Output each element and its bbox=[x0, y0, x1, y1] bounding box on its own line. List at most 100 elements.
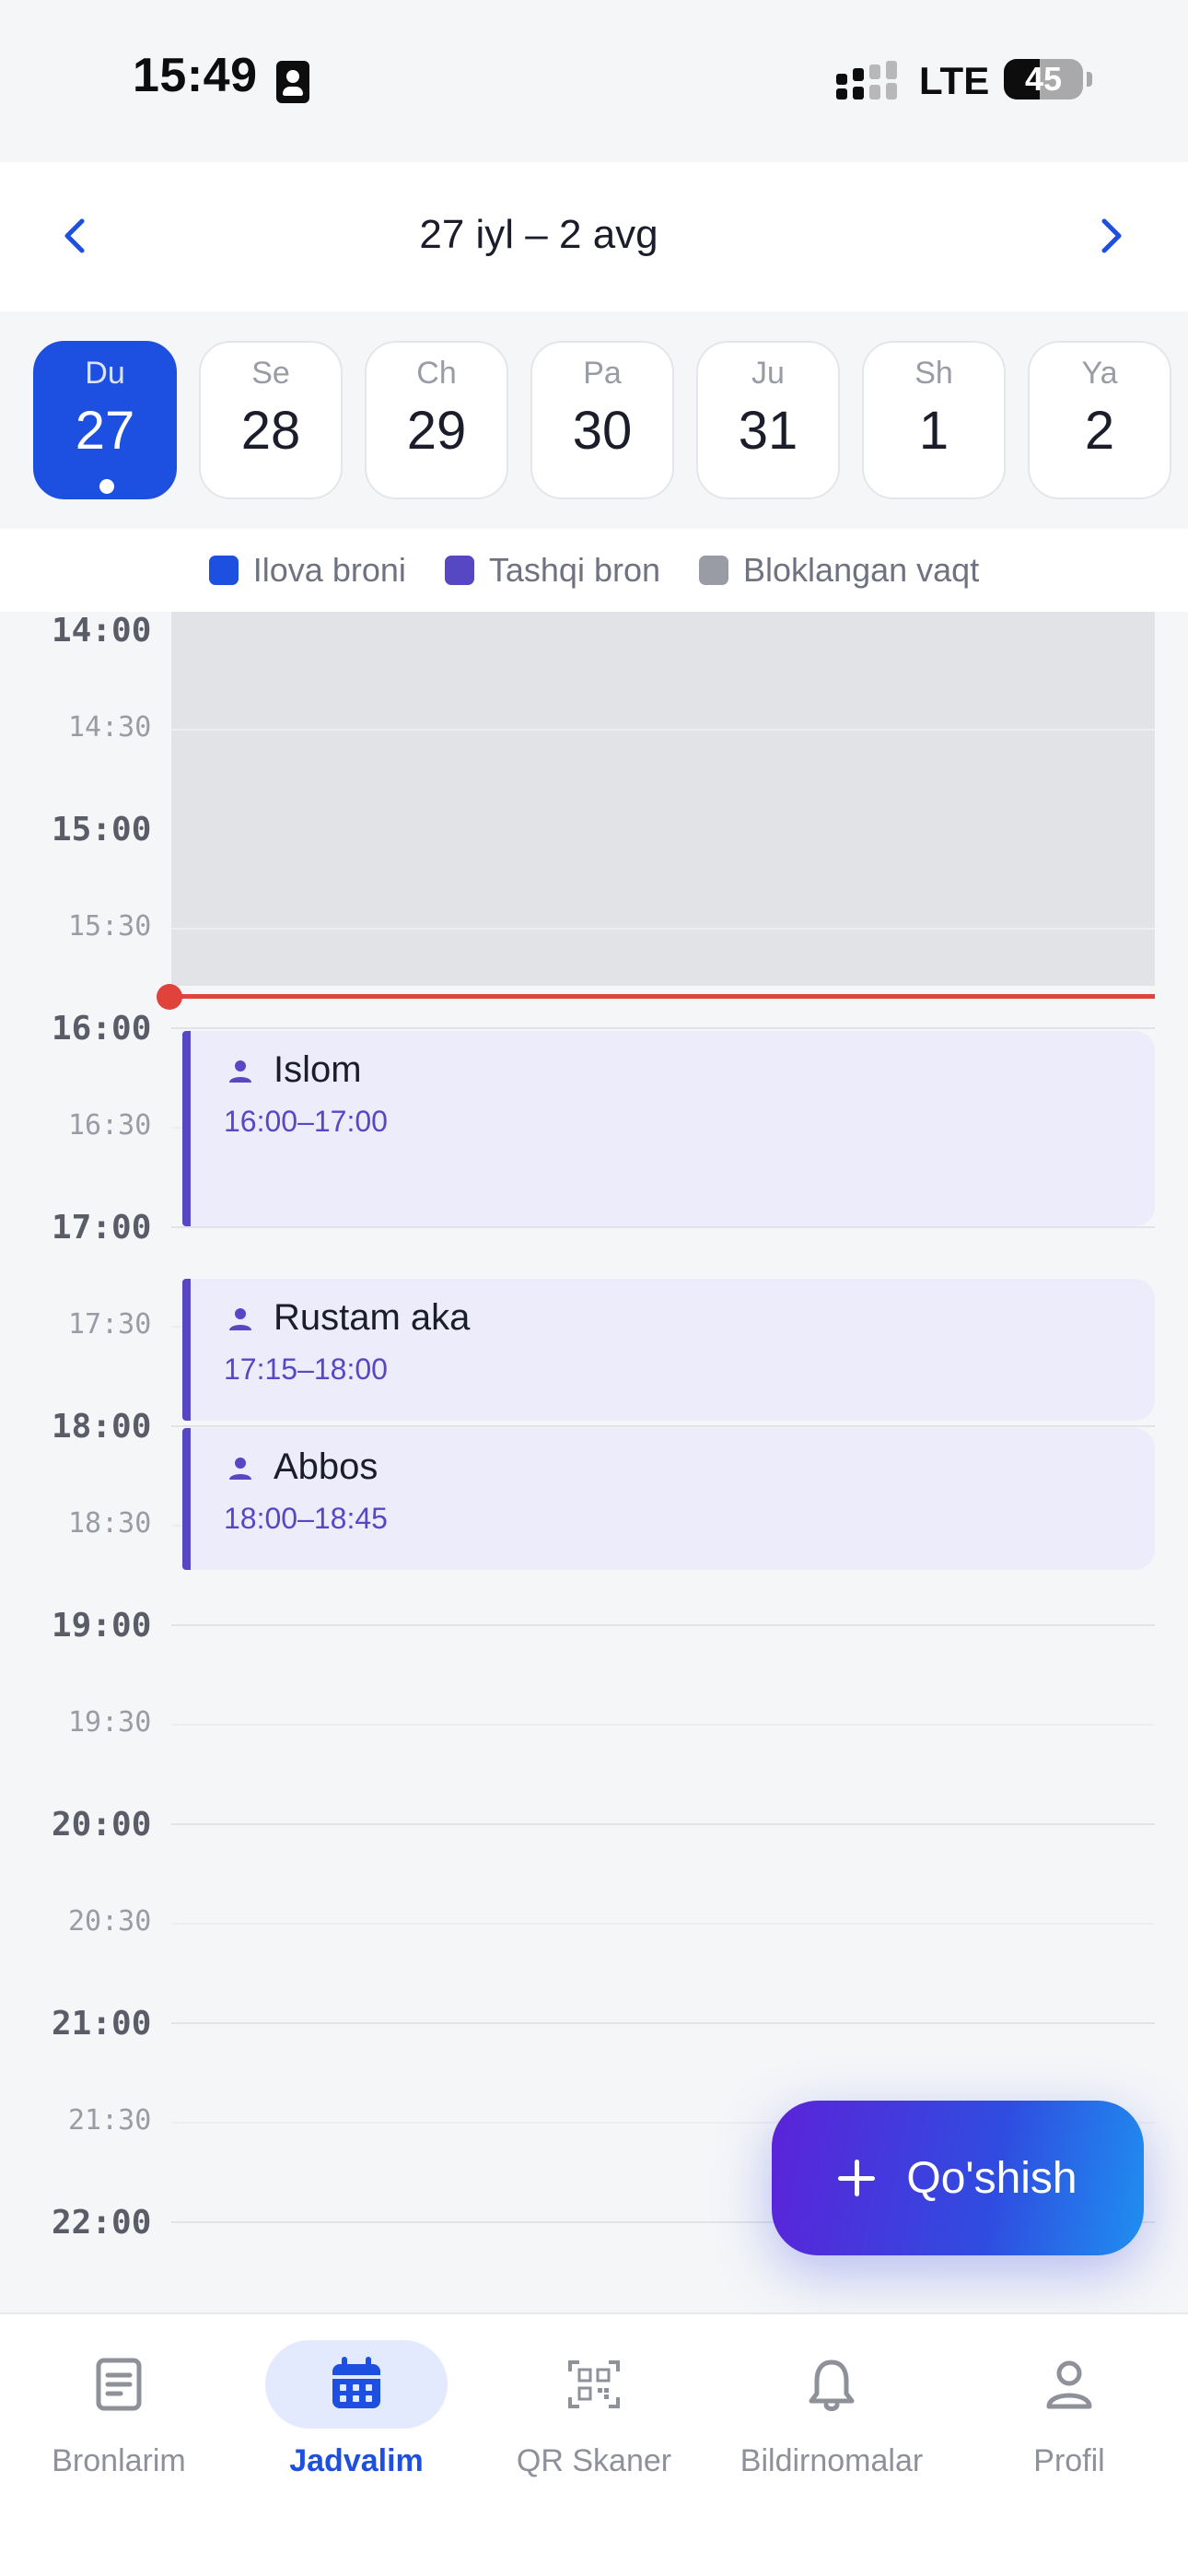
person-icon bbox=[229, 1308, 251, 1330]
time-label: 19:30 bbox=[68, 1706, 152, 1739]
grid-line bbox=[171, 1624, 1155, 1626]
time-label: 21:00 bbox=[52, 2005, 152, 2043]
legend: Ilova broni Tashqi bron Bloklangan vaqt bbox=[0, 529, 1188, 612]
legend-item-app-booking: Ilova broni bbox=[208, 551, 406, 590]
person-icon bbox=[229, 1060, 251, 1083]
day-number: 31 bbox=[738, 401, 798, 461]
legend-item-blocked-time: Bloklangan vaqt bbox=[699, 551, 979, 590]
person-icon bbox=[229, 1458, 251, 1480]
event-time-range: 17:15–18:00 bbox=[224, 1352, 388, 1386]
day-number: 1 bbox=[918, 401, 949, 461]
time-label: 15:30 bbox=[68, 910, 152, 943]
time-label: 15:00 bbox=[52, 811, 152, 849]
day-card-thu[interactable]: Pa 30 bbox=[530, 341, 674, 499]
day-card-sun[interactable]: Ya 2 bbox=[1028, 341, 1171, 499]
day-number: 28 bbox=[240, 401, 301, 461]
day-card-tue[interactable]: Se 28 bbox=[199, 341, 343, 499]
nav-item-bildirnomalar[interactable]: Bildirnomalar bbox=[713, 2331, 950, 2488]
nav-item-jadvalim[interactable]: Jadvalim bbox=[238, 2331, 475, 2488]
nav-label: Bronlarim bbox=[52, 2443, 186, 2478]
nav-item-profil[interactable]: Profil bbox=[950, 2331, 1188, 2488]
time-label: 14:00 bbox=[52, 612, 152, 650]
time-label: 17:00 bbox=[52, 1209, 152, 1247]
time-label: 20:00 bbox=[52, 1806, 152, 1844]
day-name: Pa bbox=[583, 356, 622, 391]
blocked-time-block[interactable] bbox=[171, 612, 1155, 986]
booking-event-abbos[interactable]: Abbos 18:00–18:45 bbox=[182, 1428, 1155, 1570]
day-card-wed[interactable]: Ch 29 bbox=[365, 341, 508, 499]
booking-event-rustam-aka[interactable]: Rustam aka 17:15–18:00 bbox=[182, 1279, 1155, 1421]
add-booking-button[interactable]: Qo'shish bbox=[772, 2101, 1144, 2255]
event-time-range: 16:00–17:00 bbox=[224, 1105, 388, 1138]
nav-label: Jadvalim bbox=[289, 2443, 424, 2478]
day-name: Ju bbox=[751, 356, 785, 391]
status-bar: 15:49 LTE 45 bbox=[0, 0, 1188, 162]
day-name: Du bbox=[85, 356, 125, 391]
time-label: 16:30 bbox=[68, 1109, 152, 1142]
legend-label: Bloklangan vaqt bbox=[743, 551, 980, 589]
time-label: 16:00 bbox=[52, 1010, 152, 1048]
bell-icon bbox=[809, 2359, 855, 2411]
network-type: LTE bbox=[919, 59, 990, 102]
legend-swatch bbox=[699, 556, 729, 585]
schedule-timeline[interactable]: 14:00 14:30 15:00 15:30 16:00 16:30 17:0… bbox=[0, 612, 1188, 2313]
signal-strength-icon bbox=[836, 61, 897, 100]
week-range-title: 27 iyl – 2 avg bbox=[419, 212, 658, 257]
day-name: Se bbox=[251, 356, 290, 391]
event-customer-name: Abbos bbox=[274, 1446, 379, 1487]
grid-line bbox=[171, 729, 1155, 731]
grid-line bbox=[171, 1425, 1155, 1427]
time-label: 21:30 bbox=[68, 2104, 152, 2137]
nav-label: Bildirnomalar bbox=[740, 2443, 924, 2478]
bottom-navigation: Bronlarim Jadvalim QR Skaner Bildirnomal… bbox=[0, 2313, 1188, 2576]
grid-line bbox=[171, 629, 1155, 631]
day-name: Ya bbox=[1081, 356, 1118, 391]
grid-line bbox=[171, 928, 1155, 930]
grid-line bbox=[171, 1226, 1155, 1228]
day-selector: Du 27 Se 28 Ch 29 Pa 30 Ju 31 Sh 1 Ya 2 bbox=[0, 311, 1188, 529]
current-time-line bbox=[169, 994, 1155, 999]
time-label: 18:30 bbox=[68, 1507, 152, 1540]
legend-label: Tashqi bron bbox=[488, 551, 661, 589]
plus-icon bbox=[838, 2160, 876, 2196]
legend-swatch bbox=[208, 556, 239, 585]
qr-scan-icon bbox=[568, 2360, 620, 2408]
time-label: 22:00 bbox=[52, 2204, 152, 2242]
time-label: 17:30 bbox=[68, 1308, 152, 1341]
day-number: 27 bbox=[75, 401, 135, 461]
selected-day-dot bbox=[99, 479, 114, 494]
time-label: 14:30 bbox=[68, 711, 152, 744]
battery-cap bbox=[1087, 72, 1092, 87]
day-number: 29 bbox=[406, 401, 467, 461]
grid-line bbox=[171, 828, 1155, 830]
day-number: 2 bbox=[1084, 401, 1115, 461]
legend-label: Ilova broni bbox=[252, 551, 406, 589]
contact-card-icon bbox=[276, 61, 309, 103]
time-label: 19:00 bbox=[52, 1607, 152, 1645]
day-name: Sh bbox=[914, 356, 953, 391]
legend-swatch bbox=[444, 556, 474, 585]
battery-level: 45 bbox=[1024, 60, 1063, 98]
nav-item-qr-skaner[interactable]: QR Skaner bbox=[475, 2331, 713, 2488]
nav-item-bronlarim[interactable]: Bronlarim bbox=[0, 2331, 238, 2488]
day-card-fri[interactable]: Ju 31 bbox=[696, 341, 840, 499]
week-header: 27 iyl – 2 avg bbox=[0, 162, 1188, 311]
grid-line bbox=[171, 1027, 1155, 1029]
legend-item-external-booking: Tashqi bron bbox=[444, 551, 661, 590]
document-icon bbox=[96, 2358, 142, 2411]
calendar-icon bbox=[332, 2357, 380, 2408]
event-time-range: 18:00–18:45 bbox=[224, 1502, 388, 1535]
day-card-sat[interactable]: Sh 1 bbox=[862, 341, 1006, 499]
event-customer-name: Islom bbox=[274, 1049, 362, 1090]
day-card-mon[interactable]: Du 27 bbox=[33, 341, 177, 499]
grid-line bbox=[171, 1823, 1155, 1825]
nav-label: Profil bbox=[1033, 2443, 1105, 2478]
day-number: 30 bbox=[572, 401, 633, 461]
next-week-button[interactable] bbox=[1083, 208, 1138, 263]
nav-label: QR Skaner bbox=[516, 2443, 672, 2478]
grid-line bbox=[171, 2022, 1155, 2024]
time-label: 20:30 bbox=[68, 1905, 152, 1938]
grid-line bbox=[171, 1724, 1155, 1726]
time-label: 18:00 bbox=[52, 1408, 152, 1446]
booking-event-islom[interactable]: Islom 16:00–17:00 bbox=[182, 1031, 1155, 1226]
